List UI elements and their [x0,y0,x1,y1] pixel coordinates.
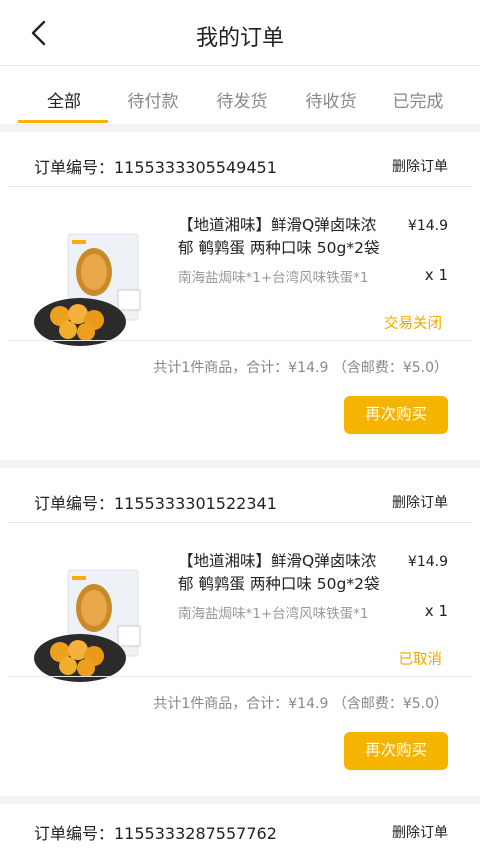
active-tab-indicator [18,120,108,123]
delete-order-button[interactable]: 删除订单 [392,822,448,842]
rebuy-button[interactable]: 再次购买 [344,396,448,434]
order-summary: 共计1件商品，合计：¥14.9 （含邮费：¥5.0） [153,360,448,376]
order-tabs: 全部 待付款 待发货 待收货 已完成 [0,66,480,124]
order-status: 已取消 [398,652,443,668]
app-header: 我的订单 [0,0,480,66]
separator [0,124,480,132]
product-image[interactable] [32,230,152,352]
order-number: 订单编号：1155333287557762 [34,824,277,843]
divider [8,186,472,187]
tab-all[interactable]: 全部 [16,66,112,124]
order-status: 交易关闭 [384,316,442,332]
product-name[interactable]: 【地道湘味】鲜滑Q弹卤味浓郁 鹌鹑蛋 两种口味 50g*2袋 [178,550,390,596]
tab-pending-payment[interactable]: 待付款 [105,66,201,124]
product-quantity: x 1 [424,602,448,620]
separator [0,796,480,804]
tab-completed[interactable]: 已完成 [370,66,466,124]
order-number: 订单编号：1155333301522341 [34,494,277,513]
divider [8,522,472,523]
divider [8,340,472,341]
tab-pending-receipt[interactable]: 待收货 [283,66,379,124]
product-price: ¥14.9 [407,554,448,570]
delete-order-button[interactable]: 删除订单 [392,492,448,512]
order-card: 订单编号：1155333305549451 删除订单 【地道湘味】鲜滑Q弹卤味浓… [0,132,480,460]
product-price: ¥14.9 [407,218,448,234]
order-summary: 共计1件商品，合计：¥14.9 （含邮费：¥5.0） [153,696,448,712]
rebuy-button[interactable]: 再次购买 [344,732,448,770]
page-title: 我的订单 [195,26,284,51]
product-spec: 南海盐焗味*1+台湾风味铁蛋*1 [178,270,369,286]
order-number: 订单编号：1155333305549451 [34,158,277,177]
tab-pending-shipment[interactable]: 待发货 [194,66,290,124]
delete-order-button[interactable]: 删除订单 [392,156,448,176]
separator [0,460,480,468]
divider [8,676,472,677]
order-card: 订单编号：1155333287557762 删除订单 [0,804,480,854]
product-quantity: x 1 [424,266,448,284]
product-name[interactable]: 【地道湘味】鲜滑Q弹卤味浓郁 鹌鹑蛋 两种口味 50g*2袋 [178,214,390,260]
order-card: 订单编号：1155333301522341 删除订单 【地道湘味】鲜滑Q弹卤味浓… [0,468,480,796]
product-spec: 南海盐焗味*1+台湾风味铁蛋*1 [178,606,369,622]
product-image[interactable] [32,566,152,688]
